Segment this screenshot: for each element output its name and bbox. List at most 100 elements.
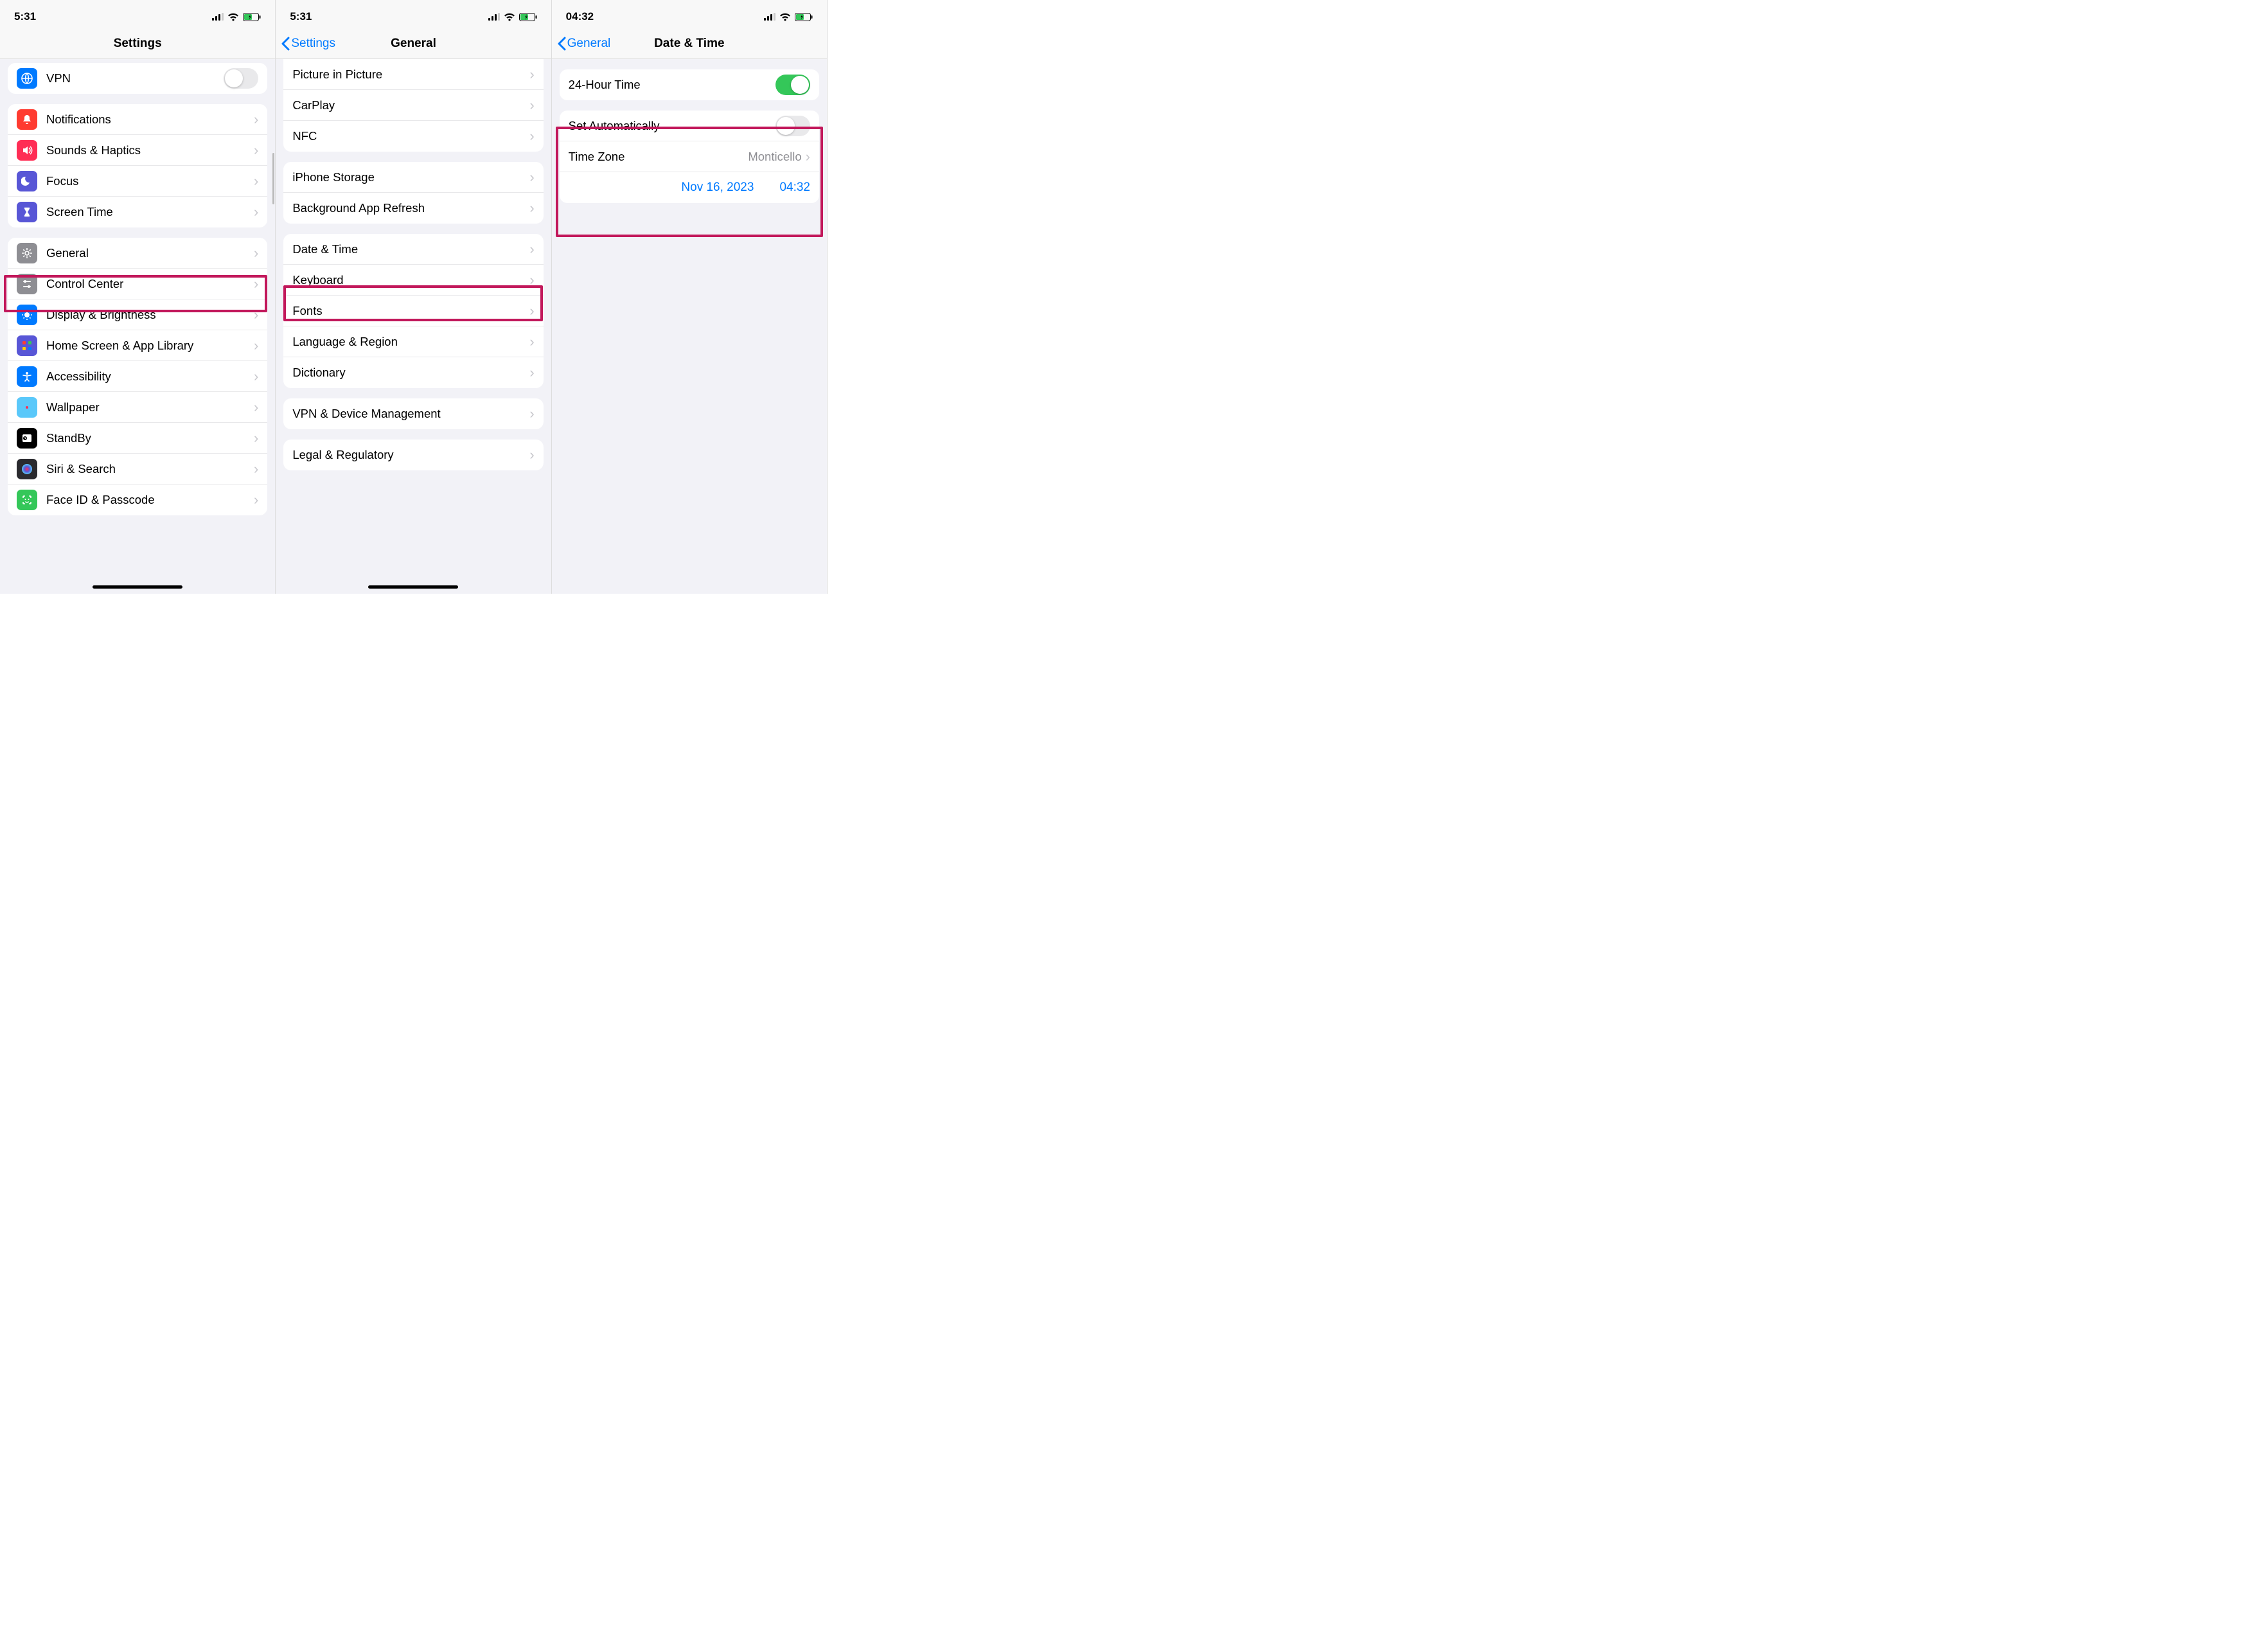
list-item[interactable]: iPhone Storage›	[283, 162, 543, 193]
chevron-right-icon: ›	[529, 129, 534, 143]
home-indicator[interactable]	[93, 585, 182, 589]
chevron-right-icon: ›	[529, 304, 534, 318]
item-label: Picture in Picture	[292, 67, 529, 82]
back-button[interactable]: Settings	[276, 37, 335, 51]
flower-icon	[17, 397, 37, 418]
time-value[interactable]: 04:32	[779, 181, 810, 195]
group-personal: Notifications›Sounds & Haptics›Focus›Scr…	[8, 104, 267, 227]
status-bar: 04:32	[552, 0, 827, 28]
settings-screen: 5:31 Settings VPN Notifications›Sounds &…	[0, 0, 276, 594]
item-label: Date & Time	[292, 242, 529, 256]
list-item[interactable]: Fonts›	[283, 296, 543, 326]
nav-header: Settings	[0, 28, 275, 59]
chevron-right-icon: ›	[254, 174, 258, 188]
list-item[interactable]: Focus›	[8, 166, 267, 197]
group-media: Picture in Picture›CarPlay›NFC›	[283, 59, 543, 152]
list-item[interactable]: VPN & Device Management›	[283, 398, 543, 429]
chevron-right-icon: ›	[529, 170, 534, 184]
item-label: NFC	[292, 129, 529, 143]
list-item[interactable]: StandBy›	[8, 423, 267, 454]
group-legal: Legal & Regulatory›	[283, 440, 543, 470]
group-device: General›Control Center›Display & Brightn…	[8, 238, 267, 515]
list-item[interactable]: Legal & Regulatory›	[283, 440, 543, 470]
faceid-icon	[17, 490, 37, 510]
twenty-four-toggle[interactable]	[775, 75, 810, 95]
gear-icon	[17, 243, 37, 263]
item-label: Background App Refresh	[292, 201, 529, 215]
status-time: 5:31	[14, 10, 36, 23]
chevron-right-icon: ›	[254, 246, 258, 260]
item-label: Legal & Regulatory	[292, 448, 529, 462]
timezone-label: Time Zone	[569, 150, 749, 164]
item-label: Dictionary	[292, 366, 529, 380]
item-label: iPhone Storage	[292, 170, 529, 184]
speaker-icon	[17, 140, 37, 161]
date-value[interactable]: Nov 16, 2023	[681, 181, 754, 195]
item-label: Language & Region	[292, 335, 529, 349]
list-item[interactable]: Keyboard›	[283, 265, 543, 296]
group-input: Date & Time›Keyboard›Fonts›Language & Re…	[283, 234, 543, 388]
chevron-right-icon: ›	[254, 400, 258, 414]
back-button[interactable]: General	[552, 37, 611, 51]
list-item[interactable]: Accessibility›	[8, 361, 267, 392]
nav-header: Settings General	[276, 28, 551, 59]
list-item[interactable]: Dictionary›	[283, 357, 543, 388]
chevron-right-icon: ›	[254, 369, 258, 384]
list-item[interactable]: NFC›	[283, 121, 543, 152]
home-indicator[interactable]	[368, 585, 458, 589]
chevron-right-icon: ›	[254, 493, 258, 507]
list-item[interactable]: Background App Refresh›	[283, 193, 543, 224]
nav-header: General Date & Time	[552, 28, 827, 59]
list-item[interactable]: Notifications›	[8, 104, 267, 135]
back-label: Settings	[291, 37, 335, 51]
list-item[interactable]: Control Center›	[8, 269, 267, 299]
timezone-row[interactable]: Time Zone Monticello ›	[560, 141, 819, 172]
twenty-four-row[interactable]: 24-Hour Time	[560, 69, 819, 100]
scroll-indicator	[272, 153, 274, 204]
list-item[interactable]: Language & Region›	[283, 326, 543, 357]
globe-icon	[17, 68, 37, 89]
list-item[interactable]: Picture in Picture›	[283, 59, 543, 90]
list-item[interactable]: Siri & Search›	[8, 454, 267, 485]
list-item[interactable]: General›	[8, 238, 267, 269]
chevron-right-icon: ›	[529, 273, 534, 287]
wifi-icon	[779, 13, 791, 21]
chevron-left-icon	[281, 37, 290, 51]
list-item[interactable]: Wallpaper›	[8, 392, 267, 423]
list-item[interactable]: Face ID & Passcode›	[8, 485, 267, 515]
list-item[interactable]: Date & Time›	[283, 234, 543, 265]
item-label: Sounds & Haptics	[46, 143, 254, 157]
list-item[interactable]: Display & Brightness›	[8, 299, 267, 330]
chevron-right-icon: ›	[254, 205, 258, 219]
list-item[interactable]: Screen Time›	[8, 197, 267, 227]
set-auto-row[interactable]: Set Automatically	[560, 111, 819, 141]
chevron-right-icon: ›	[529, 366, 534, 380]
battery-icon	[243, 13, 261, 21]
moon-icon	[17, 171, 37, 191]
chevron-right-icon: ›	[254, 308, 258, 322]
list-item[interactable]: CarPlay›	[283, 90, 543, 121]
chevron-right-icon: ›	[529, 448, 534, 462]
set-auto-toggle[interactable]	[775, 116, 810, 136]
list-item[interactable]: Sounds & Haptics›	[8, 135, 267, 166]
cellular-icon	[764, 13, 775, 21]
twenty-four-label: 24-Hour Time	[569, 78, 775, 92]
vpn-label: VPN	[46, 71, 224, 85]
sun-icon	[17, 305, 37, 325]
status-time: 04:32	[566, 10, 594, 23]
vpn-row[interactable]: VPN	[8, 63, 267, 94]
item-label: Fonts	[292, 304, 529, 318]
item-label: Wallpaper	[46, 400, 254, 414]
grid-icon	[17, 335, 37, 356]
list-item[interactable]: Home Screen & App Library›	[8, 330, 267, 361]
group-24h: 24-Hour Time	[560, 69, 819, 100]
item-label: Control Center	[46, 277, 254, 291]
chevron-right-icon: ›	[806, 150, 810, 164]
hourglass-icon	[17, 202, 37, 222]
item-label: Home Screen & App Library	[46, 339, 254, 353]
item-label: StandBy	[46, 431, 254, 445]
vpn-toggle[interactable]	[224, 68, 258, 89]
item-label: CarPlay	[292, 98, 529, 112]
datetime-row[interactable]: Nov 16, 2023 04:32	[560, 172, 819, 203]
chevron-right-icon: ›	[254, 143, 258, 157]
